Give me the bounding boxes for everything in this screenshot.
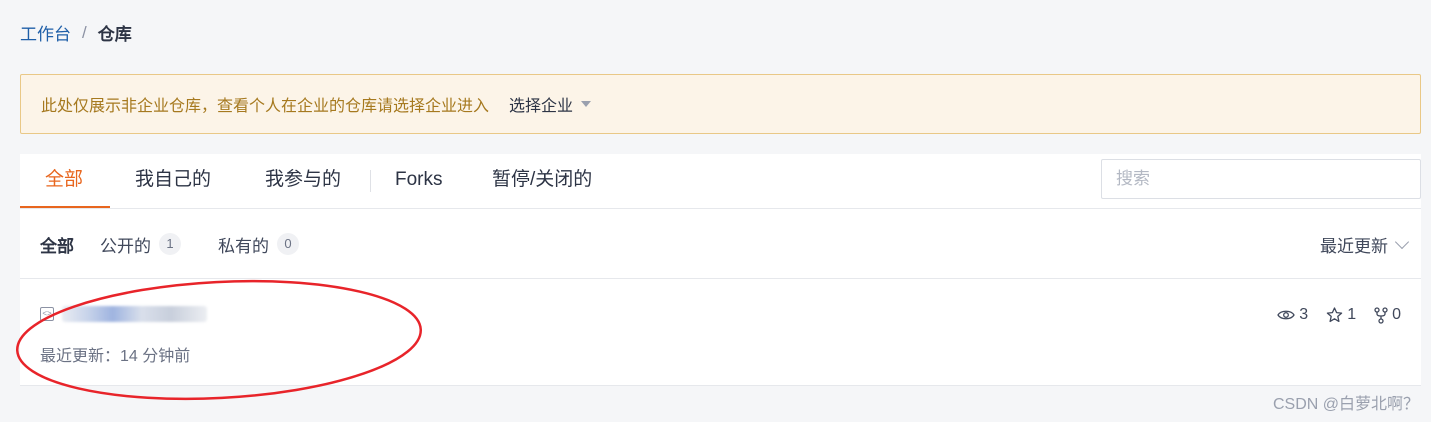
sort-dropdown[interactable]: 最近更新	[1320, 209, 1410, 279]
notice-banner: 此处仅展示非企业仓库，查看个人在企业的仓库请选择企业进入 选择企业	[20, 74, 1421, 134]
tab-forks[interactable]: Forks	[395, 154, 443, 209]
repo-stats: 3 1 0	[1259, 306, 1401, 324]
code-icon: <>	[40, 307, 54, 321]
filter-all[interactable]: 全部	[40, 209, 74, 279]
watchers-stat[interactable]: 3	[1277, 306, 1308, 324]
star-icon	[1326, 307, 1343, 323]
repo-name-link[interactable]	[62, 306, 207, 322]
repo-panel: 全部 我自己的 我参与的 Forks 暂停/关闭的 全部 公开的 1 私有的 0…	[20, 154, 1421, 386]
filter-private[interactable]: 私有的 0	[218, 209, 299, 279]
list-item: <> 最近更新：14 分钟前 3 1 0	[20, 280, 1421, 386]
search-input[interactable]	[1101, 159, 1421, 199]
repo-updated-time: 最近更新：14 分钟前	[40, 348, 191, 365]
filter-private-label: 私有的	[218, 236, 269, 256]
breadcrumb-workbench-link[interactable]: 工作台	[20, 20, 71, 45]
repo-tabs: 全部 我自己的 我参与的 Forks 暂停/关闭的	[20, 154, 1421, 209]
tab-all[interactable]: 全部	[45, 154, 83, 209]
breadcrumb: 工作台 / 仓库	[20, 20, 132, 45]
chevron-down-icon	[1394, 234, 1410, 249]
tab-divider	[370, 170, 371, 192]
stars-stat[interactable]: 1	[1326, 306, 1356, 324]
repo-title: <>	[40, 306, 207, 322]
notice-text: 此处仅展示非企业仓库，查看个人在企业的仓库请选择企业进入	[41, 98, 490, 115]
breadcrumb-current: 仓库	[97, 25, 132, 44]
forks-count: 0	[1392, 306, 1401, 323]
filter-public[interactable]: 公开的 1	[100, 209, 181, 279]
watchers-count: 3	[1299, 306, 1309, 323]
tab-mine[interactable]: 我自己的	[135, 154, 211, 209]
active-tab-indicator	[20, 206, 110, 208]
caret-down-icon	[581, 101, 592, 107]
forks-stat[interactable]: 0	[1374, 306, 1401, 324]
stars-count: 1	[1347, 306, 1357, 323]
visibility-filters: 全部 公开的 1 私有的 0 最近更新	[20, 209, 1421, 279]
breadcrumb-separator: /	[82, 22, 87, 42]
sort-label: 最近更新	[1320, 236, 1388, 256]
public-count-badge: 1	[159, 233, 181, 255]
select-enterprise-dropdown[interactable]: 选择企业	[509, 92, 592, 116]
tab-participated[interactable]: 我参与的	[265, 154, 341, 209]
filter-all-label: 全部	[40, 236, 74, 256]
filter-public-label: 公开的	[100, 236, 151, 256]
select-enterprise-label: 选择企业	[509, 98, 574, 115]
fork-icon	[1374, 306, 1388, 324]
tab-paused-closed[interactable]: 暂停/关闭的	[492, 154, 592, 209]
watermark: CSDN @白萝北啊？	[1272, 396, 1419, 413]
eye-icon	[1277, 310, 1296, 320]
private-count-badge: 0	[277, 233, 299, 255]
